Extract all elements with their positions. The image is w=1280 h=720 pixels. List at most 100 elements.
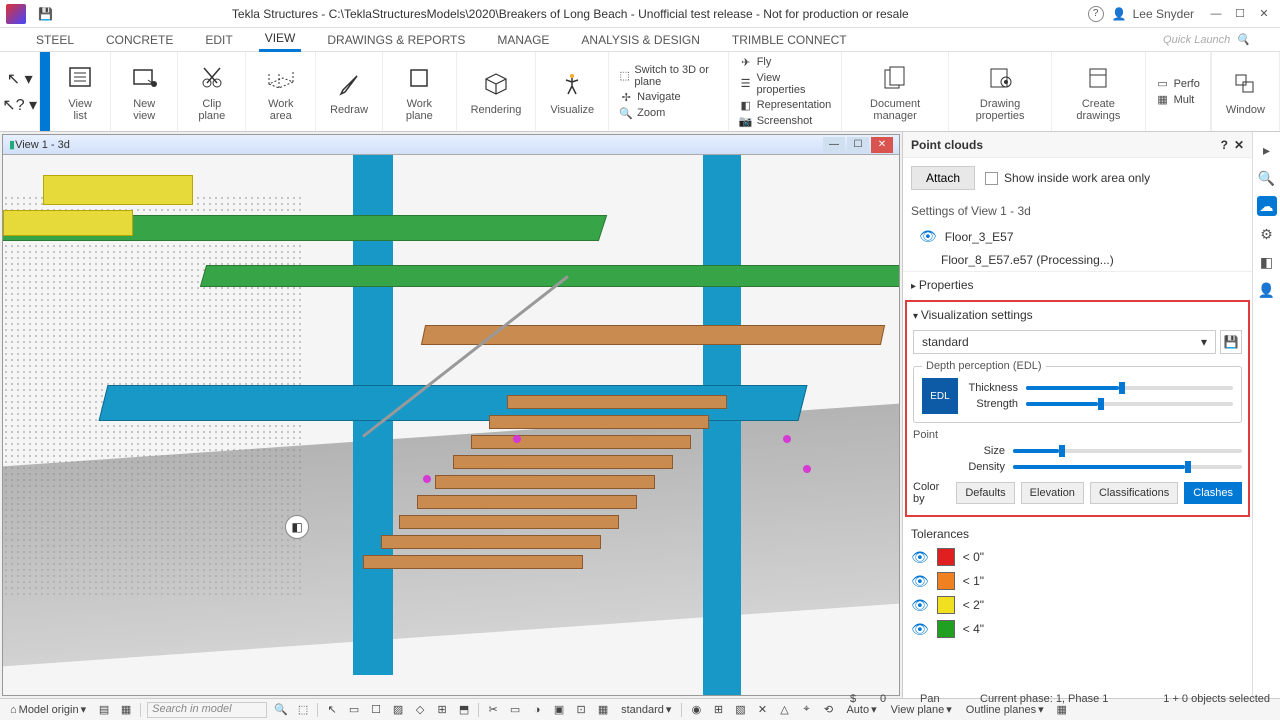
rail-cube-icon[interactable]: ◧	[1257, 252, 1277, 272]
close-button[interactable]: ✕	[1256, 6, 1272, 22]
tab-concrete[interactable]: CONCRETE	[100, 29, 179, 51]
status-icon[interactable]: ☐	[368, 703, 384, 716]
model-canvas[interactable]: ◧	[3, 155, 899, 695]
visibility-eye-icon[interactable]: 👁	[911, 621, 929, 638]
maximize-button[interactable]: ☐	[1232, 6, 1248, 22]
color-swatch[interactable]	[937, 596, 955, 614]
status-icon[interactable]: ▦	[595, 703, 611, 716]
strength-slider[interactable]	[1026, 402, 1233, 406]
cursor-help[interactable]: ↖? ▾	[2, 95, 37, 115]
visibility-eye-icon[interactable]: 👁	[911, 573, 929, 590]
fly-button[interactable]: ✈Fly	[739, 56, 832, 69]
rendering-button[interactable]: Rendering	[457, 52, 537, 131]
status-icon[interactable]: ▣	[551, 703, 567, 716]
tab-trimble[interactable]: TRIMBLE CONNECT	[726, 29, 853, 51]
help-icon[interactable]: ?	[1088, 6, 1104, 22]
status-icon[interactable]: ◇	[412, 703, 428, 716]
thickness-slider[interactable]	[1026, 386, 1233, 390]
status-icon[interactable]: ▨	[390, 703, 406, 716]
colorby-defaults[interactable]: Defaults	[956, 482, 1014, 504]
rail-settings-icon[interactable]: ⚙	[1257, 224, 1277, 244]
zoom-button[interactable]: 🔍Zoom	[619, 107, 718, 120]
save-icon[interactable]: 💾	[38, 7, 53, 21]
status-icon[interactable]: ◑	[529, 704, 545, 716]
screenshot-button[interactable]: 📷Screenshot	[739, 115, 832, 128]
navigate-button[interactable]: ✢Navigate	[619, 91, 718, 104]
view-cube-icon[interactable]: ◧	[285, 515, 309, 539]
attach-button[interactable]: Attach	[911, 166, 975, 190]
create-drawings-button[interactable]: Create drawings	[1052, 52, 1145, 131]
visibility-eye-icon[interactable]: 👁	[911, 549, 929, 566]
tab-analysis[interactable]: ANALYSIS & DESIGN	[575, 29, 705, 51]
color-swatch[interactable]	[937, 620, 955, 638]
view-maximize-button[interactable]: ☐	[847, 137, 869, 153]
new-view-button[interactable]: New view	[111, 52, 178, 131]
status-icon[interactable]: ▧	[732, 703, 748, 716]
view-minimize-button[interactable]: —	[823, 137, 845, 153]
status-icon[interactable]: ⊞	[434, 703, 450, 716]
work-plane-button[interactable]: Work plane	[383, 52, 457, 131]
window-button[interactable]: Window	[1211, 52, 1280, 131]
vis-settings-header[interactable]: Visualization settings	[913, 306, 1242, 324]
tab-edit[interactable]: EDIT	[199, 29, 238, 51]
status-icon[interactable]: ▦	[1054, 703, 1070, 716]
tab-drawings[interactable]: DRAWINGS & REPORTS	[321, 29, 471, 51]
status-icon[interactable]: ⊡	[573, 703, 589, 716]
view-properties-button[interactable]: ☰View properties	[739, 72, 832, 96]
colorby-clashes[interactable]: Clashes	[1184, 482, 1242, 504]
status-icon[interactable]: △	[776, 703, 792, 716]
status-icon[interactable]: ⊞	[710, 703, 726, 716]
representation-button[interactable]: ◧Representation	[739, 99, 832, 112]
outline-planes-dropdown[interactable]: Outline planes▾	[962, 703, 1048, 716]
status-icon[interactable]: ✕	[754, 703, 770, 716]
minimize-button[interactable]: —	[1208, 6, 1224, 22]
tab-view[interactable]: VIEW	[259, 27, 302, 52]
color-swatch[interactable]	[937, 572, 955, 590]
view-close-button[interactable]: ✕	[871, 137, 893, 153]
edl-toggle[interactable]: EDL	[922, 378, 958, 414]
work-area-button[interactable]: Work area	[246, 52, 316, 131]
status-icon[interactable]: ⬚	[295, 703, 311, 716]
color-swatch[interactable]	[937, 548, 955, 566]
drawing-properties-button[interactable]: Drawing properties	[949, 52, 1052, 131]
rail-expand-icon[interactable]: ▸	[1257, 140, 1277, 160]
visualize-button[interactable]: Visualize	[536, 52, 609, 131]
file-row-0[interactable]: 👁 Floor_3_E57	[903, 224, 1252, 249]
visibility-eye-icon[interactable]: 👁	[911, 597, 929, 614]
density-slider[interactable]	[1013, 465, 1242, 469]
status-icon[interactable]: ▤	[96, 703, 112, 716]
preset-save-button[interactable]: 💾	[1220, 330, 1242, 354]
colorby-elevation[interactable]: Elevation	[1021, 482, 1084, 504]
file-row-1[interactable]: Floor_8_E57.e57 (Processing...)	[903, 249, 1252, 271]
quick-launch[interactable]: Quick Launch🔍	[1163, 33, 1250, 46]
show-inside-checkbox[interactable]: Show inside work area only	[985, 171, 1150, 185]
colorby-classifications[interactable]: Classifications	[1090, 482, 1178, 504]
status-icon[interactable]: ▭	[507, 703, 523, 716]
rail-cloud-icon[interactable]: ☁	[1257, 196, 1277, 216]
ribbon-handle[interactable]	[40, 52, 50, 131]
panel-close-icon[interactable]: ✕	[1234, 138, 1244, 152]
view-list-button[interactable]: View list	[50, 52, 111, 131]
preset-dropdown[interactable]: standard▾	[913, 330, 1216, 354]
mult-button[interactable]: ▦Mult	[1156, 93, 1200, 106]
status-icon[interactable]: ✂	[485, 703, 501, 716]
redraw-button[interactable]: Redraw	[316, 52, 383, 131]
model-origin-dropdown[interactable]: ⌂ Model origin ▾	[6, 703, 90, 716]
switch-3d-button[interactable]: ⬚Switch to 3D or plane	[619, 64, 718, 88]
status-icon[interactable]: ⟲	[820, 703, 836, 716]
document-manager-button[interactable]: Document manager	[842, 52, 949, 131]
status-icon[interactable]: ◉	[688, 703, 704, 716]
auto-dropdown[interactable]: Auto▾	[842, 703, 880, 716]
status-icon[interactable]: ▦	[118, 703, 134, 716]
tab-steel[interactable]: STEEL	[30, 29, 80, 51]
tab-manage[interactable]: MANAGE	[491, 29, 555, 51]
clip-plane-button[interactable]: Clip plane	[178, 52, 246, 131]
view-plane-dropdown[interactable]: View plane▾	[887, 703, 956, 716]
cursor-tool[interactable]: ↖ ▾	[7, 69, 33, 89]
search-icon[interactable]: 🔍	[273, 703, 289, 716]
cursor-icon[interactable]: ↖	[324, 703, 340, 716]
panel-help-icon[interactable]: ?	[1221, 138, 1228, 152]
status-icon[interactable]: ⌖	[798, 703, 814, 716]
perfo-button[interactable]: ▭Perfo	[1156, 77, 1200, 90]
status-icon[interactable]: ▭	[346, 703, 362, 716]
